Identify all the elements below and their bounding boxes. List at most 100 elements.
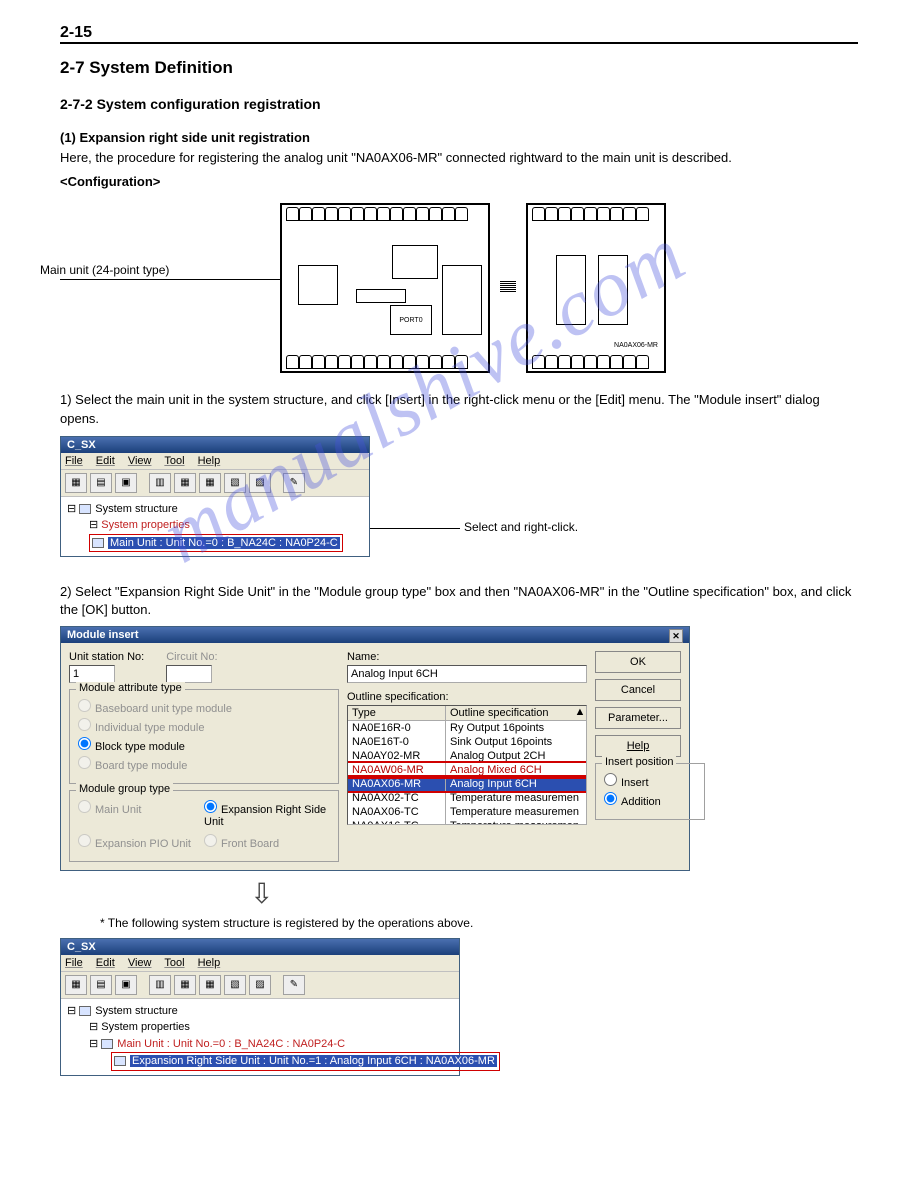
station-label: Unit station No: [69, 651, 144, 663]
toolbar-btn[interactable]: ▣ [115, 473, 137, 493]
toolbar-btn[interactable]: ▦ [65, 473, 87, 493]
module-attr-fieldset: Module attribute type Baseboard unit typ… [69, 689, 339, 784]
tree-root[interactable]: System structure [95, 503, 178, 515]
win2-title: C_SX [61, 939, 459, 955]
subhead-2: (1) Expansion right side unit registrati… [60, 130, 858, 145]
pos-insert[interactable]: Insert [604, 773, 696, 789]
tree-system-properties[interactable]: System properties [101, 1021, 190, 1033]
win2-toolbar[interactable]: ▦ ▤ ▣ ▥ ▦ ▦ ▧ ▨ ✎ [61, 972, 459, 999]
subhead-1: 2-7-2 System configuration registration [60, 96, 858, 112]
group-front: Front Board [204, 834, 330, 850]
menu-help[interactable]: Help [198, 455, 221, 467]
lv-head-type[interactable]: Type [348, 706, 446, 720]
page-number: 2-15 [60, 24, 92, 42]
toolbar-btn[interactable]: ▥ [149, 975, 171, 995]
toolbar-btn[interactable]: ▦ [199, 473, 221, 493]
header-rule [60, 42, 858, 44]
attr-legend: Module attribute type [76, 682, 185, 694]
group-right-side[interactable]: Expansion Right Side Unit [204, 800, 330, 828]
help-button[interactable]: Help [595, 735, 681, 757]
main-unit-callout: Main unit (24-point type) [40, 263, 200, 277]
plc-main-unit: PORT0 [280, 203, 490, 373]
step1-text: 1) Select the main unit in the system st… [60, 391, 858, 427]
attr-baseboard: Baseboard unit type module [78, 699, 330, 715]
lv-row[interactable]: NA0AW06-MRAnalog Mixed 6CH [348, 763, 586, 777]
result-note: * The following system structure is regi… [100, 916, 858, 930]
close-icon[interactable]: ✕ [669, 629, 683, 643]
lv-row[interactable]: NA0E16R-0Ry Output 16points [348, 721, 586, 735]
toolbar-btn[interactable]: ▧ [224, 473, 246, 493]
win2-menu[interactable]: File Edit View Tool Help [61, 955, 459, 972]
toolbar-btn[interactable]: ▧ [224, 975, 246, 995]
outline-listview[interactable]: Type Outline specification ▲ NA0E16R-0Ry… [347, 705, 587, 825]
plc-ext-unit: NA0AX06-MR [526, 203, 666, 373]
tree-panel-2[interactable]: ⊟ System structure ⊟ System properties ⊟… [61, 999, 459, 1075]
station-input[interactable] [69, 665, 115, 683]
lv-row[interactable]: NA0AY02-MRAnalog Output 2CH [348, 749, 586, 763]
tree-system-properties[interactable]: System properties [101, 519, 190, 531]
menu-file[interactable]: File [65, 455, 83, 467]
toolbar-btn[interactable]: ▨ [249, 975, 271, 995]
tree-panel[interactable]: ⊟ System structure ⊟ System properties M… [61, 497, 369, 557]
tree-expansion-unit[interactable]: Expansion Right Side Unit : Unit No.=1 :… [130, 1055, 497, 1067]
toolbar-btn[interactable]: ▣ [115, 975, 137, 995]
pos-addition[interactable]: Addition [604, 792, 696, 808]
lv-sort-icon[interactable]: ▲ [574, 706, 586, 720]
toolbar-btn[interactable]: ▦ [174, 473, 196, 493]
attr-block[interactable]: Block type module [78, 737, 330, 753]
parameter-button[interactable]: Parameter... [595, 707, 681, 729]
group-pio: Expansion PIO Unit [78, 834, 204, 850]
group-main: Main Unit [78, 800, 204, 828]
dialog-title: Module insert ✕ [61, 627, 689, 643]
toolbar-btn[interactable]: ▥ [149, 473, 171, 493]
toolbar-btn[interactable]: ▨ [249, 473, 271, 493]
lv-head-spec[interactable]: Outline specification [446, 706, 574, 720]
circuit-label: Circuit No: [166, 651, 217, 663]
menu-tool[interactable]: Tool [164, 455, 184, 467]
config-label: <Configuration> [60, 173, 858, 191]
win1-menu[interactable]: File Edit View Tool Help [61, 453, 369, 470]
toolbar-btn[interactable]: ▦ [65, 975, 87, 995]
lv-row-selected[interactable]: NA0AX06-MRAnalog Input 6CH [348, 777, 586, 791]
cancel-button[interactable]: Cancel [595, 679, 681, 701]
module-group-fieldset: Module group type Main Unit Expansion Ri… [69, 790, 339, 862]
attr-individual: Individual type module [78, 718, 330, 734]
menu-file[interactable]: File [65, 957, 83, 969]
tree-main-unit[interactable]: Main Unit : Unit No.=0 : B_NA24C : NA0P2… [108, 537, 340, 549]
circuit-input [166, 665, 212, 683]
lv-row[interactable]: NA0AX06-TCTemperature measuremen [348, 805, 586, 819]
section-title: 2-7 System Definition [60, 58, 858, 78]
menu-help[interactable]: Help [198, 957, 221, 969]
menu-edit[interactable]: Edit [96, 455, 115, 467]
insert-position-fieldset: Insert position Insert Addition [595, 763, 705, 820]
menu-tool[interactable]: Tool [164, 957, 184, 969]
intro-text: Here, the procedure for registering the … [60, 149, 858, 167]
module-insert-dialog: Module insert ✕ Unit station No: Circuit… [60, 626, 690, 871]
lv-row[interactable]: NA0AX16-TCTemperature measuremen [348, 819, 586, 825]
lv-row[interactable]: NA0E16T-0Sink Output 16points [348, 735, 586, 749]
down-arrow-icon: ⇩ [250, 877, 858, 910]
toolbar-btn[interactable]: ✎ [283, 473, 305, 493]
win1-title: C_SX [61, 437, 369, 453]
step1-callout: Select and right-click. [464, 520, 578, 534]
toolbar-btn[interactable]: ▤ [90, 473, 112, 493]
menu-edit[interactable]: Edit [96, 957, 115, 969]
attr-board: Board type module [78, 756, 330, 772]
tree-main-unit[interactable]: Main Unit : Unit No.=0 : B_NA24C : NA0P2… [117, 1038, 345, 1050]
insert-legend: Insert position [602, 756, 676, 768]
group-legend: Module group type [76, 783, 173, 795]
name-input[interactable] [347, 665, 587, 683]
ok-button[interactable]: OK [595, 651, 681, 673]
toolbar-btn[interactable]: ▦ [199, 975, 221, 995]
dialog-title-text: Module insert [67, 629, 139, 641]
toolbar-btn[interactable]: ▦ [174, 975, 196, 995]
outline-label: Outline specification: [347, 691, 587, 703]
lv-row[interactable]: NA0AX02-TCTemperature measuremen [348, 791, 586, 805]
ext-model-label: NA0AX06-MR [614, 342, 658, 349]
toolbar-btn[interactable]: ✎ [283, 975, 305, 995]
menu-view[interactable]: View [128, 455, 152, 467]
win1-toolbar[interactable]: ▦ ▤ ▣ ▥ ▦ ▦ ▧ ▨ ✎ [61, 470, 369, 497]
tree-root[interactable]: System structure [95, 1005, 178, 1017]
toolbar-btn[interactable]: ▤ [90, 975, 112, 995]
menu-view[interactable]: View [128, 957, 152, 969]
